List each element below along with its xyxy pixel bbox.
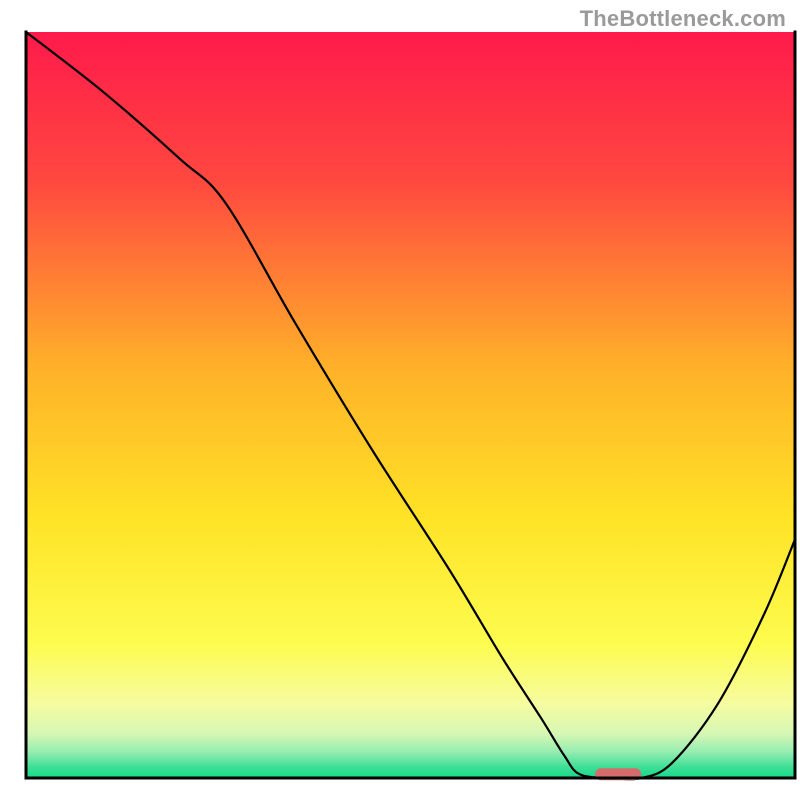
chart-container: TheBottleneck.com bbox=[0, 0, 800, 800]
bottleneck-chart bbox=[0, 0, 800, 800]
watermark-text: TheBottleneck.com bbox=[580, 6, 786, 32]
plot-background bbox=[26, 32, 795, 778]
